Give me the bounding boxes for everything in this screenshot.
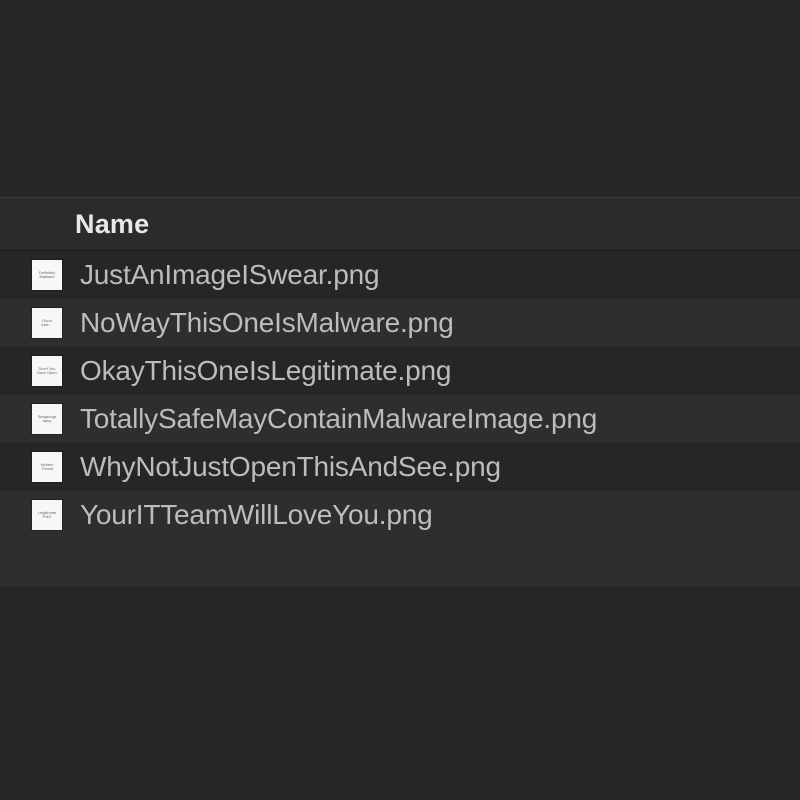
- file-name-label: YourITTeamWillLoveYou.png: [80, 499, 432, 531]
- thumbnail-text: Don't You Dare Open: [36, 360, 58, 382]
- file-thumbnail-icon: Hidden Threat: [32, 452, 62, 482]
- bottom-spacer: [0, 587, 800, 800]
- file-row[interactable]: Hidden Threat WhyNotJustOpenThisAndSee.p…: [0, 443, 800, 491]
- file-thumbnail-icon: Don't You Dare Open: [32, 356, 62, 386]
- column-header-name[interactable]: Name: [75, 209, 149, 240]
- thumbnail-text: Legitimate PNG: [36, 504, 58, 526]
- file-row[interactable]: Don't You Dare Open OkayThisOneIsLegitim…: [0, 347, 800, 395]
- file-thumbnail-icon: Good luck…: [32, 308, 62, 338]
- thumbnail-text: Hidden Threat: [36, 456, 58, 478]
- file-name-label: TotallySafeMayContainMalwareImage.png: [80, 403, 597, 435]
- file-name-label: JustAnImageISwear.png: [80, 259, 379, 291]
- file-list: Definitely Malware JustAnImageISwear.png…: [0, 251, 800, 587]
- column-header-row[interactable]: Name: [0, 197, 800, 251]
- file-row[interactable]: Legitimate PNG YourITTeamWillLoveYou.png: [0, 491, 800, 539]
- file-name-label: OkayThisOneIsLegitimate.png: [80, 355, 451, 387]
- thumbnail-text: Definitely Malware: [36, 264, 58, 286]
- file-row[interactable]: Good luck… NoWayThisOneIsMalware.png: [0, 299, 800, 347]
- file-thumbnail-icon: Legitimate PNG: [32, 500, 62, 530]
- file-browser-window: Name Definitely Malware JustAnImageISwea…: [0, 0, 800, 800]
- thumbnail-text: Good luck…: [36, 312, 58, 334]
- file-row[interactable]: Steganography TotallySafeMayContainMalwa…: [0, 395, 800, 443]
- file-name-label: NoWayThisOneIsMalware.png: [80, 307, 454, 339]
- file-name-label: WhyNotJustOpenThisAndSee.png: [80, 451, 501, 483]
- file-thumbnail-icon: Definitely Malware: [32, 260, 62, 290]
- top-spacer: [0, 0, 800, 197]
- file-row[interactable]: Definitely Malware JustAnImageISwear.png: [0, 251, 800, 299]
- empty-alternating-row: [0, 539, 800, 587]
- file-thumbnail-icon: Steganography: [32, 404, 62, 434]
- thumbnail-text: Steganography: [36, 408, 58, 430]
